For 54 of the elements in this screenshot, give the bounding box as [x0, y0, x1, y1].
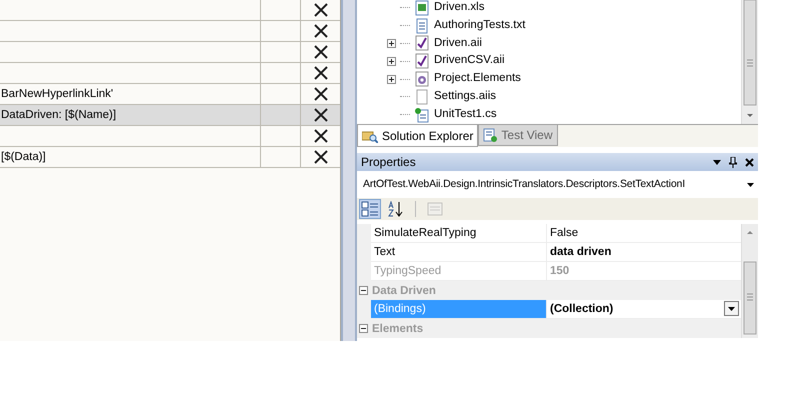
- property-value: 150: [550, 264, 570, 279]
- close-icon: [314, 66, 328, 80]
- table-row[interactable]: DataDriven: [$(Name)]: [0, 105, 340, 126]
- scrollbar[interactable]: [741, 0, 758, 124]
- tree-item[interactable]: AuthoringTests.txt: [434, 16, 526, 35]
- close-icon: [314, 24, 328, 38]
- tab[interactable]: Test View: [478, 125, 558, 146]
- caret-icon: [747, 182, 754, 186]
- caret-icon: [728, 306, 735, 310]
- property-name[interactable]: Text: [371, 243, 547, 262]
- table-cell: BarNewHyperlinkLink': [1, 88, 114, 100]
- code-file-icon: [414, 106, 430, 123]
- tree-item[interactable]: DrivenCSV.aii: [434, 52, 505, 70]
- property-value: (Collection): [550, 302, 614, 317]
- close-icon: [314, 108, 328, 122]
- expand-button[interactable]: [387, 74, 396, 84]
- folder-search-icon: [362, 128, 378, 142]
- text-file-icon: [414, 18, 430, 34]
- close-icon: [314, 129, 328, 143]
- panel-title: Properties: [361, 154, 417, 171]
- checkmark-file-icon: [414, 53, 430, 70]
- object-selector[interactable]: ArtOfTest.WebAii.Design.IntrinsicTranslators.Descriptors.SetTextActionI: [357, 174, 758, 195]
- pin-icon[interactable]: [729, 156, 737, 168]
- property-value: data driven: [550, 245, 612, 260]
- collapse-button[interactable]: [359, 286, 368, 295]
- close-icon[interactable]: [745, 158, 754, 166]
- tree-item[interactable]: Project.Elements: [434, 70, 521, 88]
- close-icon: [314, 45, 328, 59]
- tree-item[interactable]: Driven.aii: [434, 34, 482, 52]
- category-label: Elements: [372, 322, 424, 336]
- property-value: False: [550, 226, 580, 241]
- dropdown-button[interactable]: [724, 301, 739, 316]
- close-icon: [314, 150, 328, 164]
- checkmark-file-icon: [414, 35, 430, 52]
- table-cell: DataDriven: [$(Name)]: [1, 109, 116, 121]
- dropdown-icon[interactable]: [713, 159, 721, 165]
- categorized-button[interactable]: [359, 199, 381, 219]
- tab[interactable]: Solution Explorer: [357, 125, 478, 147]
- close-icon: [314, 3, 328, 17]
- table-row[interactable]: [$(Data)]: [0, 147, 340, 168]
- collapse-button[interactable]: [359, 324, 368, 333]
- tree-item[interactable]: Settings.aiis: [434, 88, 496, 106]
- circle-file-icon: [414, 71, 430, 88]
- table-cell: [$(Data)]: [1, 151, 46, 163]
- tree-item[interactable]: Driven.xls: [434, 0, 484, 17]
- close-icon: [314, 87, 328, 101]
- document-icon: [483, 128, 498, 142]
- tree-item[interactable]: UnitTest1.cs: [434, 106, 497, 124]
- category-label: Data Driven: [372, 284, 436, 298]
- scrollbar[interactable]: [741, 224, 758, 338]
- expand-button[interactable]: [387, 38, 396, 48]
- blank-file-icon: [414, 88, 430, 105]
- expand-button[interactable]: [387, 56, 396, 66]
- property-name[interactable]: SimulateRealTyping: [371, 224, 547, 243]
